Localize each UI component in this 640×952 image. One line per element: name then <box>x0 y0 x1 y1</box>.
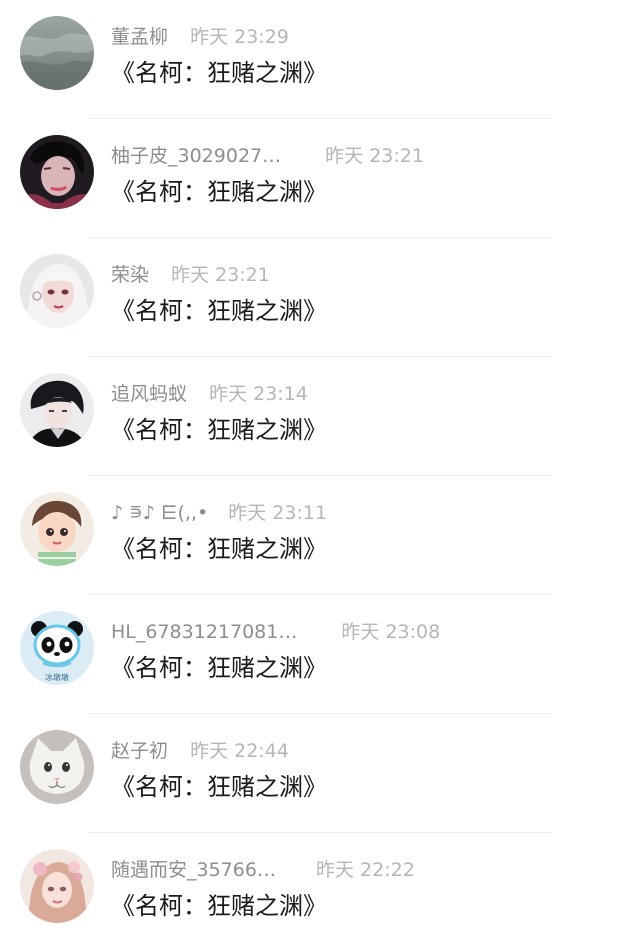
comment-author[interactable]: 随遇而安_35766… <box>111 856 276 884</box>
comment-text: 《名柯：狂赌之渊》 <box>111 297 327 325</box>
comment-time: 昨天 23:29 <box>190 26 289 48</box>
comment-item[interactable]: 董孟柳 昨天 23:29 《名柯：狂赌之渊》 <box>0 0 640 119</box>
comment-text: 《名柯：狂赌之渊》 <box>111 892 327 920</box>
cartoon-child-avatar-icon[interactable] <box>20 492 94 566</box>
comment-time: 昨天 23:11 <box>228 502 328 524</box>
comment-text: 《名柯：狂赌之渊》 <box>111 59 327 87</box>
comment-author[interactable]: 董孟柳 <box>111 23 168 51</box>
white-cat-avatar-icon[interactable] <box>20 730 94 804</box>
panda-mascot-avatar-icon[interactable]: 冰墩墩 <box>20 611 94 685</box>
comment-item[interactable]: 荣染 昨天 23:21 《名柯：狂赌之渊》 <box>0 238 640 357</box>
comment-author[interactable]: 赵子初 <box>111 737 168 765</box>
comment-item[interactable]: 追风蚂蚁 昨天 23:14 《名柯：狂赌之渊》 <box>0 357 640 476</box>
comment-time: 昨天 23:14 <box>209 383 308 405</box>
dark-portrait-avatar-icon[interactable] <box>20 135 94 209</box>
comment-author[interactable]: 追风蚂蚁 <box>111 380 187 408</box>
comment-item[interactable]: 柚子皮_3029027… 昨天 23:21 《名柯：狂赌之渊》 <box>0 119 640 238</box>
comment-text: 《名柯：狂赌之渊》 <box>111 416 327 444</box>
comment-author[interactable]: HL_67831217081… <box>111 618 297 646</box>
comment-text: 《名柯：狂赌之渊》 <box>111 535 327 563</box>
comment-text: 《名柯：狂赌之渊》 <box>111 178 327 206</box>
comment-item[interactable]: ♪ ⋾♪ ⋿(,,• 昨天 23:11 《名柯：狂赌之渊》 <box>0 476 640 595</box>
comment-item[interactable]: 冰墩墩 HL_67831217081… 昨天 23:08 《名柯：狂赌之渊》 <box>0 595 640 714</box>
comment-time: 昨天 23:08 <box>341 621 441 643</box>
anime-girl-avatar-icon[interactable] <box>20 254 94 328</box>
comment-text: 《名柯：狂赌之渊》 <box>111 654 327 682</box>
comment-author[interactable]: 柚子皮_3029027… <box>111 142 281 170</box>
comment-time: 昨天 23:21 <box>325 145 424 167</box>
avatar-caption: 冰墩墩 <box>45 672 69 682</box>
comment-time: 昨天 22:22 <box>316 859 415 881</box>
comment-item[interactable]: 赵子初 昨天 22:44 《名柯：狂赌之渊》 <box>0 714 640 833</box>
lake-avatar-icon[interactable] <box>20 16 94 90</box>
comment-author[interactable]: 荣染 <box>111 261 149 289</box>
comment-text: 《名柯：狂赌之渊》 <box>111 773 327 801</box>
comment-time: 昨天 23:21 <box>171 264 270 286</box>
anime-boy-avatar-icon[interactable] <box>20 373 94 447</box>
comment-author[interactable]: ♪ ⋾♪ ⋿(,,• <box>111 499 208 527</box>
comment-item[interactable]: 随遇而安_35766… 昨天 22:22 《名柯：狂赌之渊》 <box>0 833 640 952</box>
comment-time: 昨天 22:44 <box>190 740 289 762</box>
floral-girl-avatar-icon[interactable] <box>20 849 94 923</box>
comment-list: 董孟柳 昨天 23:29 《名柯：狂赌之渊》 柚子皮_3029027… 昨天 2… <box>0 0 640 950</box>
